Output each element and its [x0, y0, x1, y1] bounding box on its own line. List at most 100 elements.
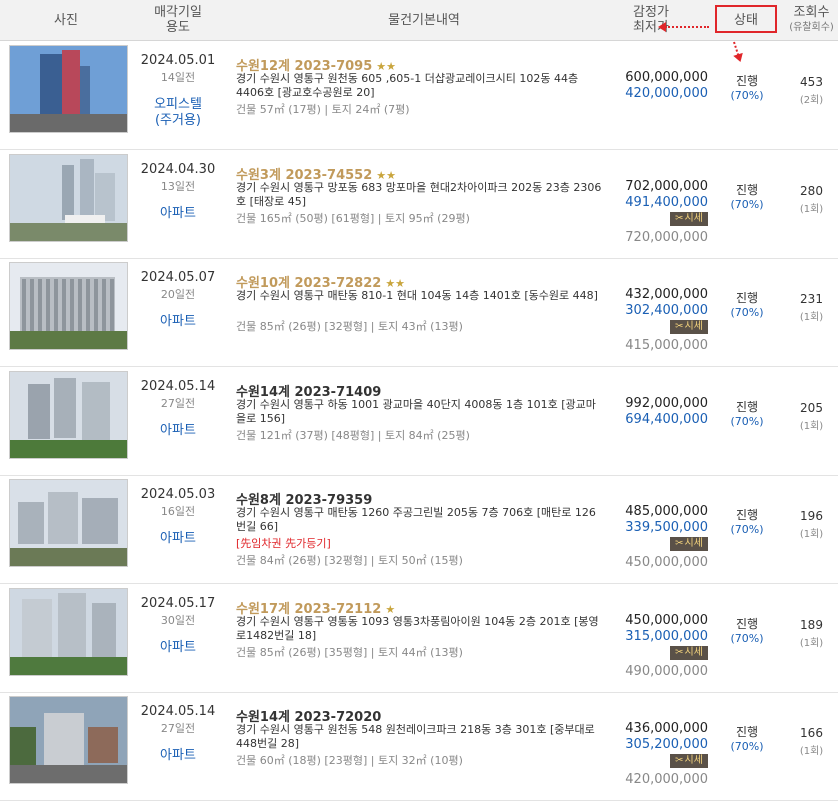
header-photo-label: 사진 — [54, 12, 78, 28]
auction-status: 진행 — [735, 617, 759, 631]
failed-bid-count: (2회) — [799, 95, 824, 106]
minimum-ratio: (70%) — [730, 89, 764, 102]
market-icon: ✂ — [675, 321, 684, 332]
market-price-badge[interactable]: ✂시세 — [670, 320, 708, 334]
area-info: 건물 57㎡ (17평) | 토지 24㎡ (7평) — [236, 103, 410, 116]
property-use-link[interactable]: 아파트 — [132, 748, 224, 764]
days-remaining: 20일전 — [160, 288, 196, 301]
listing-photo[interactable] — [9, 45, 128, 133]
property-address: 경기 수원시 영통구 영통동 1093 영통3차풍림아이원 104동 2층 20… — [236, 615, 599, 642]
market-price-badge[interactable]: ✂시세 — [670, 646, 708, 660]
appraisal-price: 600,000,000 — [625, 70, 708, 85]
appraisal-price: 432,000,000 — [625, 287, 708, 302]
appraisal-price: 450,000,000 — [625, 613, 708, 628]
failed-bid-count: (1회) — [799, 312, 824, 323]
property-use-label: 오피스텔 — [154, 97, 202, 112]
market-price-badge[interactable]: ✂시세 — [670, 537, 708, 551]
view-count: 189 — [800, 618, 823, 632]
market-price: 450,000,000 — [625, 555, 708, 570]
minimum-ratio: (70%) — [730, 198, 764, 211]
header-details: 물건기본내역 — [236, 0, 612, 40]
auction-status: 진행 — [735, 183, 759, 197]
table-row: 2024.04.30 13일전 아파트 수원3계 2023-74552 ★★ 경기 수원시… — [0, 150, 838, 259]
sale-date: 2024.05.07 — [140, 270, 216, 285]
listing-photo[interactable] — [9, 696, 128, 784]
area-info: 건물 60㎡ (18평) [23평형] | 토지 32㎡ (10평) — [236, 754, 463, 767]
days-remaining: 30일전 — [160, 614, 196, 627]
header-photo: 사진 — [0, 0, 132, 40]
property-address: 경기 수원시 영통구 원천동 605 ,605-1 더샵광교레이크시티 102동… — [236, 72, 579, 99]
days-remaining: 16일전 — [160, 505, 196, 518]
table-row: 2024.05.07 20일전 아파트 수원10계 2023-72822 ★★ 경기 수원… — [0, 258, 838, 367]
market-label: 시세 — [684, 538, 703, 549]
listing-photo[interactable] — [9, 371, 128, 459]
sale-date: 2024.05.14 — [140, 704, 216, 719]
listing-photo[interactable] — [9, 588, 128, 676]
area-info: 건물 121㎡ (37평) [48평형] | 토지 84㎡ (25평) — [236, 429, 470, 442]
market-label: 시세 — [684, 321, 703, 332]
property-use-label: 아파트 — [160, 748, 196, 763]
property-use-link[interactable]: 아파트 — [132, 206, 224, 222]
market-price: 420,000,000 — [625, 772, 708, 787]
property-use-link[interactable]: 아파트 — [132, 423, 224, 439]
area-info: 건물 85㎡ (26평) [32평형] | 토지 43㎡ (13평) — [236, 320, 463, 333]
table-row: 2024.05.14 27일전 아파트 수원14계 2023-72020 경기 수원시 … — [0, 692, 838, 801]
listing-photo[interactable] — [9, 262, 128, 350]
area-info: 건물 84㎡ (26평) [32평형] | 토지 50㎡ (15평) — [236, 554, 463, 567]
property-use-label: 아파트 — [160, 314, 196, 329]
days-remaining: 27일전 — [160, 397, 196, 410]
market-label: 시세 — [684, 213, 703, 224]
header-fails-label: (유찰회수) — [789, 22, 834, 33]
listing-photo[interactable] — [9, 479, 128, 567]
minimum-price: 302,400,000 — [625, 303, 708, 318]
market-price-badge[interactable]: ✂시세 — [670, 754, 708, 768]
minimum-price: 315,000,000 — [625, 629, 708, 644]
table-row: 2024.05.01 14일전 오피스텔 (주거용) 수원12계 2023-7095 ★★… — [0, 41, 838, 150]
header-views-label: 조회수 — [793, 5, 830, 20]
market-icon: ✂ — [675, 538, 684, 549]
sale-date: 2024.05.14 — [140, 379, 216, 394]
minimum-price: 491,400,000 — [625, 195, 708, 210]
property-use-link[interactable]: 아파트 — [132, 314, 224, 330]
header-price[interactable]: 감정가 최저가 — [625, 0, 677, 40]
minimum-ratio: (70%) — [730, 523, 764, 536]
view-count: 231 — [800, 292, 823, 306]
property-use-link[interactable]: 아파트 — [132, 640, 224, 656]
market-price: 720,000,000 — [625, 230, 708, 245]
property-address: 경기 수원시 영통구 하동 1001 광교마을 40단지 4008동 1층 10… — [236, 398, 596, 425]
property-address: 경기 수원시 영통구 매탄동 810-1 현대 104동 14층 1401호 [… — [236, 289, 598, 302]
view-count: 196 — [800, 509, 823, 523]
header-use-label: 용도 — [166, 20, 190, 35]
table-row: 2024.05.17 30일전 아파트 수원17계 2023-72112 ★ 경기 수원시… — [0, 584, 838, 693]
property-address: 경기 수원시 영통구 망포동 683 망포마을 현대2차아이파크 202동 23… — [236, 181, 602, 208]
failed-bid-count: (1회) — [799, 204, 824, 215]
header-views[interactable]: 조회수 (유찰회수) — [785, 0, 838, 40]
market-icon: ✂ — [675, 647, 684, 658]
auction-status: 진행 — [735, 508, 759, 522]
property-use-sublabel: (주거용) — [154, 113, 202, 128]
failed-bid-count: (1회) — [799, 638, 824, 649]
listing-photo[interactable] — [9, 154, 128, 242]
market-label: 시세 — [684, 647, 703, 658]
market-label: 시세 — [684, 755, 703, 766]
table-header: 사진 매각기일 용도 물건기본내역 감정가 최저가 상태 조회수 (유찰회수) — [0, 0, 838, 41]
status-highlight-box — [715, 5, 777, 33]
auction-status: 진행 — [735, 400, 759, 414]
auction-status: 진행 — [735, 74, 759, 88]
header-date-use[interactable]: 매각기일 용도 — [132, 0, 224, 40]
property-use-label: 아파트 — [160, 640, 196, 655]
minimum-price: 305,200,000 — [625, 737, 708, 752]
days-remaining: 13일전 — [160, 180, 196, 193]
table-row: 2024.05.03 16일전 아파트 수원8계 2023-79359 경기 수원시 영… — [0, 475, 838, 584]
market-price-badge[interactable]: ✂시세 — [670, 212, 708, 226]
appraisal-price: 436,000,000 — [625, 721, 708, 736]
market-icon: ✂ — [675, 755, 684, 766]
property-use-label: 아파트 — [160, 531, 196, 546]
sale-date: 2024.04.30 — [140, 162, 216, 177]
sale-date: 2024.05.01 — [140, 53, 216, 68]
table-row: 2024.05.14 27일전 아파트 수원14계 2023-71409 경기 수원시 … — [0, 367, 838, 476]
property-use-link[interactable]: 아파트 — [132, 531, 224, 547]
property-address: 경기 수원시 영통구 매탄동 1260 주공그린빌 205동 7층 706호 [… — [236, 506, 596, 533]
property-use-link[interactable]: 오피스텔 (주거용) — [132, 97, 224, 129]
appraisal-price: 702,000,000 — [625, 179, 708, 194]
